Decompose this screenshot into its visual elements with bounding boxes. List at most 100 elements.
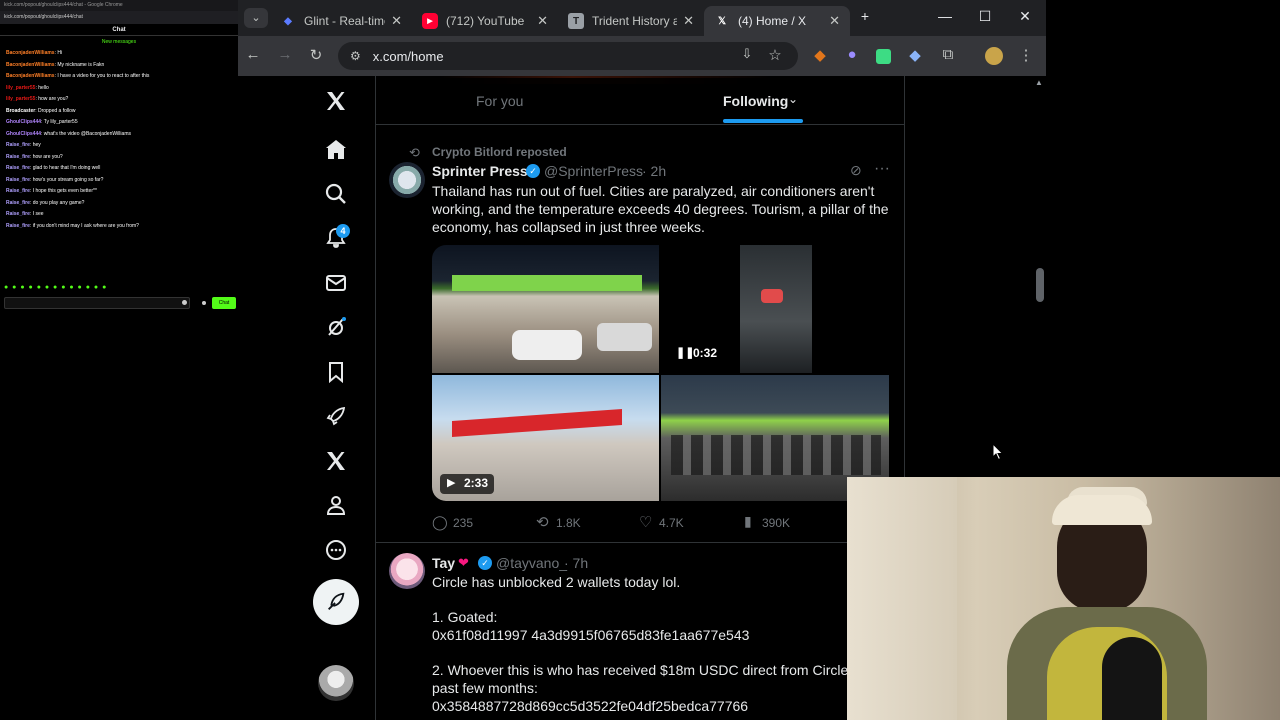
- browser-tab-glint[interactable]: ◆ Glint - Real-time ✕: [270, 6, 412, 36]
- feather-icon: [328, 592, 345, 610]
- chat-username[interactable]: Raise_fire: [6, 154, 30, 160]
- browser-tab-youtube[interactable]: ▶ (712) YouTube ✕: [412, 6, 558, 36]
- profile-person-icon[interactable]: [323, 492, 349, 518]
- chat-username[interactable]: Raise_fire: [6, 165, 30, 171]
- grok-explain-icon[interactable]: ⊘: [850, 162, 862, 179]
- new-tab-plus-icon[interactable]: +: [855, 8, 875, 28]
- pause-icon[interactable]: ❚❚: [676, 346, 694, 359]
- close-tab-icon[interactable]: ✕: [683, 13, 694, 29]
- forward-arrow-icon[interactable]: →: [275, 46, 295, 66]
- extension-green-icon[interactable]: [876, 49, 891, 64]
- browser-tab-trident[interactable]: T Trident History an ✕: [558, 6, 704, 36]
- media-photo-gas-station-night[interactable]: [432, 245, 659, 373]
- more-options-icon[interactable]: ···: [874, 160, 890, 178]
- tab-label: Trident History an: [592, 14, 678, 28]
- premium-x-icon[interactable]: [323, 448, 349, 474]
- settings-icon[interactable]: [202, 301, 206, 305]
- author-handle[interactable]: @SprinterPress: [544, 163, 643, 179]
- post-timestamp[interactable]: · 2h: [642, 163, 666, 179]
- scroll-up-arrow-icon[interactable]: ▲: [1035, 78, 1043, 87]
- view-count[interactable]: 390K: [762, 516, 790, 530]
- chat-username[interactable]: Raise_fire: [6, 211, 30, 217]
- more-circle-icon[interactable]: [323, 537, 349, 563]
- chat-message: GhoulClips444: what's the video @Baconja…: [0, 129, 238, 141]
- repost-count[interactable]: 1.8K: [556, 516, 581, 530]
- webcam-overlay: [847, 477, 1280, 720]
- chat-username[interactable]: BaconjadenWilliams: [6, 50, 55, 56]
- chat-username[interactable]: Broadcaster: [6, 108, 35, 114]
- chat-username[interactable]: BaconjadenWilliams: [6, 73, 55, 79]
- heart-emoji-icon: ❤: [458, 555, 469, 570]
- notification-count-badge: 4: [336, 224, 350, 238]
- compose-post-button[interactable]: [313, 579, 359, 625]
- chevron-down-icon[interactable]: ⌄: [788, 92, 798, 106]
- post-text: Thailand has run out of fuel. Cities are…: [432, 183, 889, 235]
- chat-message-text: I see: [32, 211, 44, 217]
- messages-envelope-icon[interactable]: [323, 270, 349, 296]
- home-icon[interactable]: [323, 137, 349, 163]
- minimize-window-icon[interactable]: —: [935, 8, 955, 28]
- post-timestamp[interactable]: · 7h: [564, 555, 588, 571]
- author-name[interactable]: Sprinter Press: [432, 163, 528, 179]
- chat-username[interactable]: Raise_fire: [6, 188, 30, 194]
- rocket-icon[interactable]: [323, 403, 349, 429]
- reply-count[interactable]: 235: [453, 516, 473, 530]
- browser-tab-x-home[interactable]: 𝕏 (4) Home / X ✕: [704, 6, 850, 36]
- phantom-extension-icon[interactable]: ●: [842, 46, 862, 66]
- reply-icon[interactable]: ◯: [432, 514, 448, 531]
- chat-username[interactable]: Raise_fire: [6, 177, 30, 183]
- bookmark-star-icon[interactable]: ☆: [765, 46, 785, 66]
- chat-username[interactable]: lily_parter55: [6, 85, 35, 91]
- chat-emote-bar[interactable]: ● ● ● ● ● ● ● ● ● ● ● ● ●: [4, 284, 107, 291]
- like-heart-icon[interactable]: ♡: [639, 513, 652, 531]
- profile-avatar[interactable]: [985, 47, 1003, 65]
- close-tab-icon[interactable]: ✕: [391, 13, 402, 29]
- chat-message: Raise_fire: hey: [0, 140, 238, 152]
- close-tab-icon[interactable]: ✕: [829, 13, 840, 29]
- chat-username[interactable]: GhoulClips444: [6, 119, 41, 125]
- chat-username[interactable]: Raise_fire: [6, 142, 30, 148]
- like-count[interactable]: 4.7K: [659, 516, 684, 530]
- tab-following[interactable]: Following: [723, 93, 788, 109]
- metamask-extension-icon[interactable]: ◆: [810, 46, 830, 66]
- reload-icon[interactable]: ↻: [306, 46, 326, 66]
- extensions-puzzle-icon[interactable]: ⧉: [938, 46, 958, 66]
- author-avatar[interactable]: [389, 553, 425, 589]
- chat-message: Broadcaster: Dropped a follow: [0, 106, 238, 118]
- play-icon[interactable]: ▶: [447, 476, 455, 489]
- chat-send-button[interactable]: Chat: [212, 297, 236, 309]
- chat-message: GhoulClips444: Ty lily_parter55: [0, 117, 238, 129]
- new-messages-divider: New messages: [101, 39, 137, 45]
- repost-attribution[interactable]: Crypto Bitlord reposted: [432, 145, 567, 159]
- grok-icon[interactable]: [323, 314, 349, 340]
- account-avatar[interactable]: [318, 665, 354, 701]
- author-handle[interactable]: @tayvano_: [496, 555, 567, 571]
- maximize-window-icon[interactable]: ☐: [975, 8, 995, 28]
- author-name[interactable]: Tay: [432, 555, 455, 571]
- extension-diamond-icon[interactable]: ◆: [905, 46, 925, 66]
- search-icon[interactable]: [323, 181, 349, 207]
- close-window-icon[interactable]: ✕: [1015, 8, 1035, 28]
- tab-search-button[interactable]: ⌄: [244, 8, 268, 28]
- chat-username[interactable]: Raise_fire: [6, 223, 30, 229]
- chrome-menu-icon[interactable]: ⋮: [1016, 46, 1036, 66]
- author-avatar[interactable]: [389, 162, 425, 198]
- address-bar[interactable]: ⚙ x.com/home: [338, 42, 798, 70]
- chat-username[interactable]: lily_parter55: [6, 96, 35, 102]
- chat-username[interactable]: BaconjadenWilliams: [6, 62, 55, 68]
- scrollbar-thumb[interactable]: [1036, 268, 1044, 302]
- close-tab-icon[interactable]: ✕: [537, 13, 548, 29]
- views-chart-icon[interactable]: ▮: [744, 513, 752, 530]
- x-logo-icon[interactable]: [323, 88, 349, 114]
- back-arrow-icon[interactable]: ←: [243, 46, 263, 66]
- install-app-icon[interactable]: ⇩: [737, 46, 757, 66]
- repost-action-icon[interactable]: ⟲: [536, 513, 549, 531]
- site-info-icon[interactable]: ⚙: [350, 49, 361, 63]
- chat-input[interactable]: [4, 297, 190, 309]
- emoji-picker-icon[interactable]: [182, 300, 187, 305]
- bookmarks-icon[interactable]: [323, 359, 349, 385]
- chat-username[interactable]: GhoulClips444: [6, 131, 41, 137]
- post-text-line: Circle has unblocked 2 wallets today lol…: [432, 574, 681, 590]
- chat-username[interactable]: Raise_fire: [6, 200, 30, 206]
- tab-for-you[interactable]: For you: [476, 93, 523, 109]
